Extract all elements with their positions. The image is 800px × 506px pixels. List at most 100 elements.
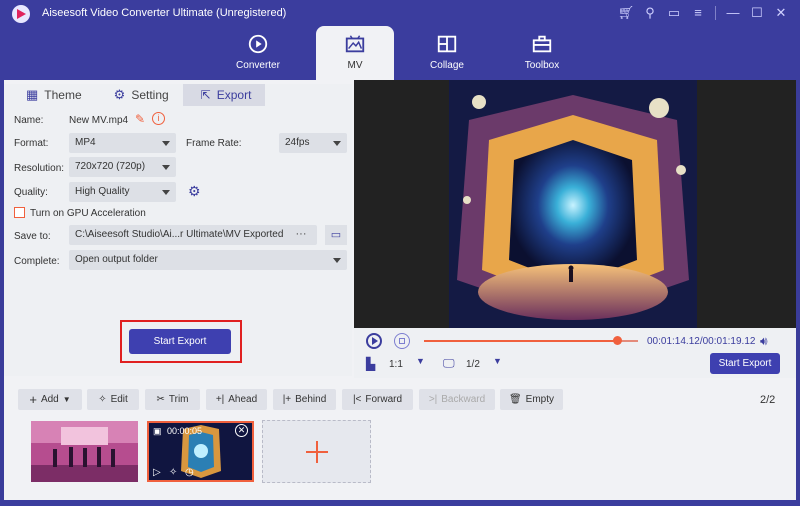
backward-icon: >|	[428, 394, 438, 405]
add-plus-icon-vertical	[316, 441, 318, 463]
app-title: Aiseesoft Video Converter Ultimate (Unre…	[42, 7, 287, 19]
clip-thumbnail-selected[interactable]: ▣ 00:00:05 ✕ ▷ ✧ ◷	[147, 421, 254, 482]
edit-button[interactable]: ✧ Edit	[87, 389, 139, 410]
effect-icon[interactable]: ✧	[169, 467, 177, 478]
clip-page-count: 2/2	[760, 394, 776, 406]
window-controls: 🛒︎ ⚲ ▭ ≡ — ☐ ✕	[615, 4, 792, 22]
name-value: New MV.mp4	[69, 115, 129, 126]
save-to-label: Save to:	[14, 231, 51, 242]
feedback-icon[interactable]: ▭	[663, 4, 685, 22]
menu-icon[interactable]: ≡	[687, 4, 709, 22]
time-current: 00:01:14.12	[647, 336, 700, 347]
info-icon[interactable]: i	[152, 112, 165, 125]
progress-fill	[424, 340, 617, 342]
complete-action-select[interactable]: Open output folder	[69, 250, 347, 270]
frame-rate-select[interactable]: 24fps	[279, 133, 347, 153]
converter-icon	[248, 34, 268, 54]
add-button[interactable]: + Add ▼	[18, 389, 82, 410]
time-total: 00:01:19.12	[702, 336, 756, 347]
preview-start-export-button[interactable]: Start Export	[710, 353, 780, 374]
stop-icon	[399, 338, 405, 344]
edit-name-icon[interactable]: ✎	[135, 112, 145, 126]
progress-handle[interactable]	[612, 336, 622, 345]
close-icon[interactable]: ✕	[770, 4, 792, 22]
edit-label: Edit	[110, 394, 128, 405]
ahead-icon: +|	[215, 394, 225, 405]
tab-collage-label: Collage	[430, 60, 464, 71]
tab-toolbox-label: Toolbox	[524, 60, 560, 71]
key-icon[interactable]: ⚲	[639, 4, 661, 22]
gpu-label: Turn on GPU Acceleration	[30, 208, 146, 219]
quality-value: High Quality	[75, 186, 130, 197]
trash-icon: 🗑︎	[508, 394, 522, 405]
maximize-icon[interactable]: ☐	[746, 4, 768, 22]
gear-icon: ⚙	[113, 87, 126, 102]
quality-select[interactable]: High Quality	[69, 182, 176, 202]
frame-rate-label: Frame Rate:	[186, 138, 242, 149]
play-button[interactable]	[366, 333, 382, 349]
forward-button[interactable]: |< Forward	[342, 389, 413, 410]
resolution-select[interactable]: 720x720 (720p)	[69, 157, 176, 177]
format-select[interactable]: MP4	[69, 133, 176, 153]
empty-button[interactable]: 🗑︎ Empty	[500, 389, 563, 410]
image-icon: ▣	[153, 426, 162, 436]
trim-button[interactable]: ✂ Trim	[145, 389, 200, 410]
trim-label: Trim	[168, 394, 189, 405]
cosmic-portal-artwork	[449, 80, 697, 328]
quality-settings-gear-icon[interactable]: ⚙	[188, 183, 201, 200]
behind-button[interactable]: |+ Behind	[273, 389, 336, 410]
clip-thumbnail[interactable]	[31, 421, 138, 482]
open-folder-icon[interactable]: ▭	[325, 225, 347, 245]
gpu-checkbox[interactable]	[14, 207, 25, 218]
window-bottom-border	[0, 500, 800, 506]
frame-rate-value: 24fps	[285, 137, 310, 148]
tab-theme[interactable]: ▦ Theme	[8, 84, 96, 106]
add-label: Add	[40, 394, 59, 405]
tab-setting[interactable]: ⚙ Setting	[96, 84, 183, 106]
tab-mv-label: MV	[347, 60, 363, 71]
complete-label: Complete:	[14, 256, 60, 267]
tab-export[interactable]: ⇱ Export	[182, 84, 266, 106]
ahead-button[interactable]: +| Ahead	[206, 389, 267, 410]
plus-icon: +	[29, 392, 37, 407]
forward-label: Forward	[365, 394, 403, 405]
forward-icon: |<	[352, 394, 362, 405]
aspect-ratio-value[interactable]: 1:1	[389, 359, 403, 370]
browse-path-button[interactable]: ···	[286, 226, 316, 244]
play-icon	[372, 337, 378, 345]
aspect-ratio-chevron-icon[interactable]: ▼	[416, 356, 425, 366]
clock-icon[interactable]: ◷	[185, 467, 194, 478]
screen-page-value[interactable]: 1/2	[466, 359, 480, 370]
tab-mv[interactable]: MV	[316, 26, 394, 80]
preview-image	[449, 80, 697, 328]
remove-clip-icon[interactable]: ✕	[235, 424, 248, 437]
backward-button[interactable]: >| Backward	[419, 389, 495, 410]
empty-label: Empty	[525, 394, 555, 405]
name-label: Name:	[14, 115, 44, 126]
ahead-label: Ahead	[228, 394, 258, 405]
add-clip-slot[interactable]	[262, 420, 371, 483]
tab-toolbox[interactable]: Toolbox	[503, 26, 581, 80]
screen-page-chevron-icon[interactable]: ▼	[493, 356, 502, 366]
format-label: Format:	[14, 138, 49, 149]
play-icon[interactable]: ▷	[153, 467, 161, 478]
scissors-icon: ✂	[156, 394, 165, 405]
collage-icon	[437, 35, 457, 53]
minimize-icon[interactable]: —	[722, 4, 744, 22]
mv-icon	[345, 35, 365, 53]
edit-icon: ✧	[98, 394, 107, 405]
tab-theme-label: Theme	[44, 88, 82, 102]
tab-converter[interactable]: Converter	[219, 26, 297, 80]
backward-label: Backward	[441, 394, 486, 405]
volume-icon[interactable]: 🔊︎	[760, 334, 768, 349]
chevron-down-icon	[162, 190, 170, 195]
start-export-button[interactable]: Start Export	[129, 329, 231, 354]
tab-setting-label: Setting	[131, 88, 169, 102]
time-readout: 00:01:14.12/00:01:19.12	[647, 336, 756, 347]
tab-collage[interactable]: Collage	[408, 26, 486, 80]
save-path-field[interactable]: C:\Aiseesoft Studio\Ai...r Ultimate\MV E…	[69, 225, 317, 245]
monitor-icon: 🖵︎	[443, 356, 455, 370]
stop-button[interactable]	[394, 333, 410, 349]
cart-icon[interactable]: 🛒︎	[615, 4, 637, 22]
export-icon: ⇱	[200, 88, 211, 102]
